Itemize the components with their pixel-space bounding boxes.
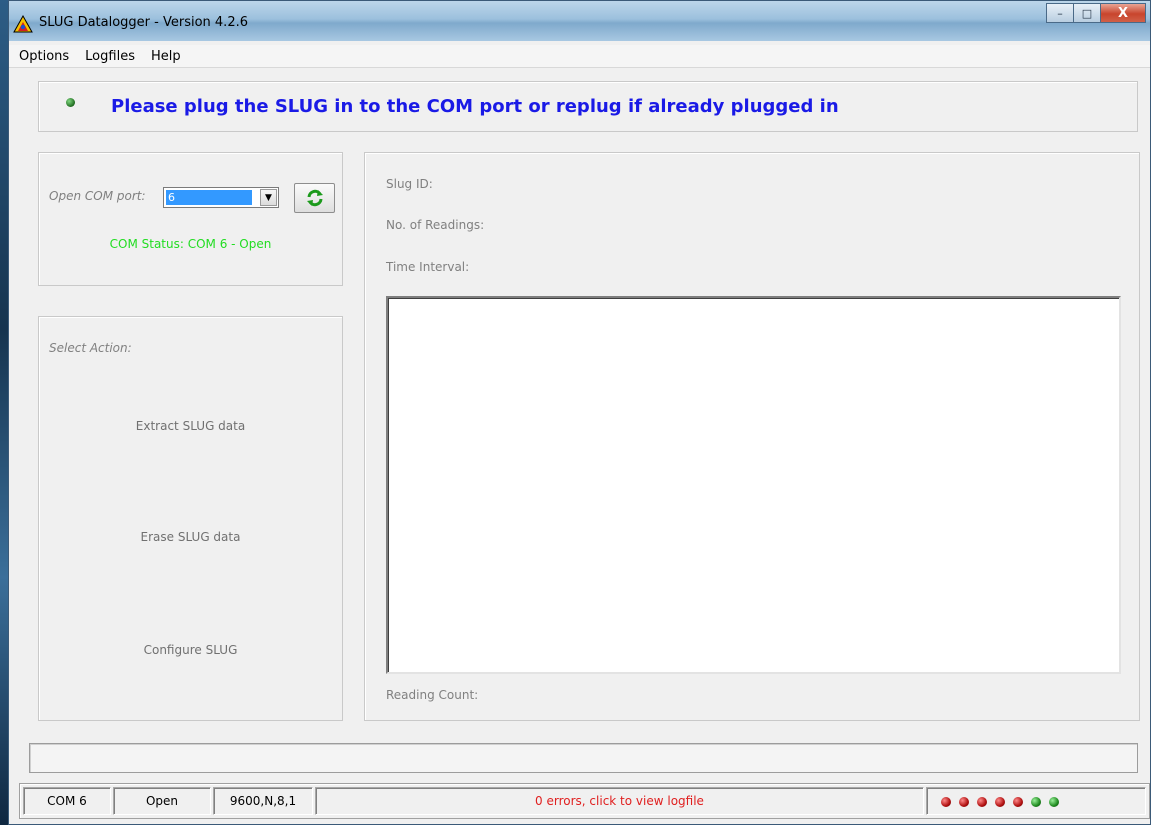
menu-options[interactable]: Options	[9, 49, 77, 64]
status-state: Open	[113, 787, 211, 815]
readings-count-label: No. of Readings:	[386, 218, 485, 232]
refresh-icon	[306, 189, 323, 207]
led-indicators	[926, 787, 1146, 815]
banner-message: Please plug the SLUG in to the COM port …	[111, 96, 839, 117]
menu-logfiles[interactable]: Logfiles	[77, 49, 143, 64]
title-bar[interactable]: SLUG Datalogger - Version 4.2.6 – □ X	[9, 1, 1150, 41]
window-title: SLUG Datalogger - Version 4.2.6	[39, 15, 248, 30]
error-log-link[interactable]: 0 errors, click to view logfile	[315, 787, 924, 815]
app-window: SLUG Datalogger - Version 4.2.6 – □ X Op…	[8, 0, 1151, 825]
select-action-label: Select Action:	[49, 341, 132, 355]
configure-slug-button[interactable]: Configure SLUG	[39, 643, 342, 657]
com-port-label: Open COM port:	[49, 189, 146, 203]
menu-bar: Options Logfiles Help	[9, 45, 1150, 68]
led-indicator-icon	[995, 797, 1005, 807]
com-port-panel: Open COM port: 6 ▼ COM Status: COM 6 - O…	[38, 152, 343, 286]
status-bar: COM 6 Open 9600,N,8,1 0 errors, click to…	[19, 783, 1150, 819]
action-panel: Select Action: Extract SLUG data Erase S…	[38, 316, 343, 721]
erase-data-button[interactable]: Erase SLUG data	[39, 530, 342, 544]
minimize-button[interactable]: –	[1046, 3, 1074, 23]
com-port-value: 6	[166, 190, 252, 205]
com-port-select[interactable]: 6 ▼	[163, 187, 279, 208]
reading-count-label: Reading Count:	[386, 688, 479, 702]
time-interval-label: Time Interval:	[386, 260, 470, 274]
menu-help[interactable]: Help	[143, 49, 189, 64]
extract-data-button[interactable]: Extract SLUG data	[39, 419, 342, 433]
data-output-area[interactable]	[386, 296, 1121, 674]
chevron-down-icon[interactable]: ▼	[260, 189, 277, 206]
app-logo-icon	[13, 15, 33, 33]
status-port: COM 6	[23, 787, 111, 815]
status-settings: 9600,N,8,1	[213, 787, 313, 815]
progress-bar	[29, 743, 1138, 773]
led-indicator-icon	[1049, 797, 1059, 807]
com-status-text: COM Status: COM 6 - Open	[109, 237, 272, 251]
led-indicator-icon	[941, 797, 951, 807]
refresh-ports-button[interactable]	[294, 183, 335, 213]
connection-banner: Please plug the SLUG in to the COM port …	[38, 81, 1138, 132]
led-indicator-icon	[1031, 797, 1041, 807]
window-controls: – □ X	[1046, 3, 1146, 25]
slug-info-panel: Slug ID: No. of Readings: Time Interval:…	[364, 152, 1140, 721]
led-indicator-icon	[977, 797, 987, 807]
led-indicator-icon	[1013, 797, 1023, 807]
slug-id-label: Slug ID:	[386, 177, 433, 191]
close-button[interactable]: X	[1100, 3, 1146, 23]
led-indicator-icon	[959, 797, 969, 807]
status-led-icon	[66, 98, 75, 107]
maximize-button[interactable]: □	[1073, 3, 1101, 23]
